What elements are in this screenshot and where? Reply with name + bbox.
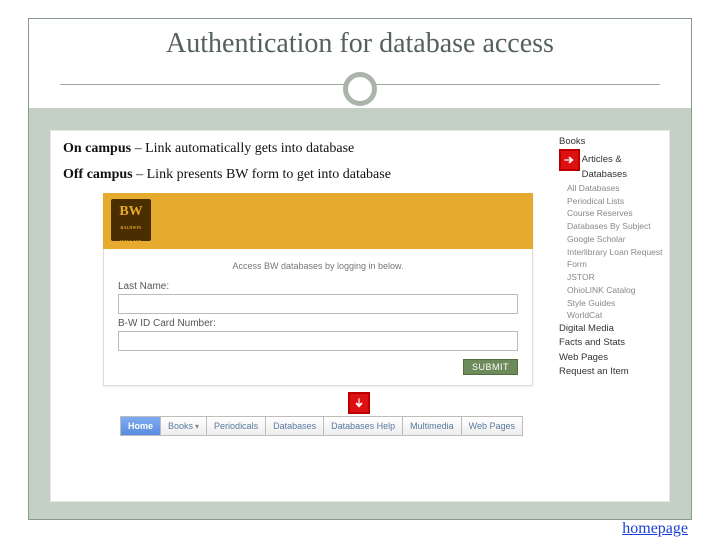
side-menu-articles[interactable]: Articles & Databases	[582, 153, 663, 182]
last-name-input[interactable]	[118, 294, 518, 314]
id-card-label: B-W ID Card Number:	[118, 318, 518, 329]
login-body: Access BW databases by logging in below.…	[103, 249, 533, 386]
bw-logo-icon: BW BALDWIN WALLACE	[111, 199, 151, 241]
chevron-down-icon: ▾	[195, 422, 199, 431]
content-panel: On campus – Link automatically gets into…	[50, 130, 670, 502]
side-menu-facts[interactable]: Facts and Stats	[559, 336, 663, 350]
tab-webpages[interactable]: Web Pages	[461, 416, 523, 436]
side-menu-item[interactable]: Course Reserves	[559, 207, 663, 220]
homepage-link[interactable]: homepage	[622, 520, 688, 538]
tab-databases-help[interactable]: Databases Help	[323, 416, 403, 436]
side-menu-item[interactable]: JSTOR	[559, 271, 663, 284]
side-menu-digital[interactable]: Digital Media	[559, 322, 663, 336]
down-arrow-wrap	[63, 392, 657, 414]
side-menu-item[interactable]: OhioLINK Catalog	[559, 284, 663, 297]
last-name-label: Last Name:	[118, 281, 518, 292]
tab-books[interactable]: Books▾	[160, 416, 207, 436]
side-menu-item[interactable]: Style Guides	[559, 297, 663, 310]
side-menu-item[interactable]: Databases By Subject	[559, 220, 663, 233]
tab-multimedia[interactable]: Multimedia	[402, 416, 462, 436]
tab-periodicals[interactable]: Periodicals	[206, 416, 266, 436]
arrow-down-icon	[348, 392, 370, 414]
side-menu-item[interactable]: Interlibrary Loan Request Form	[559, 246, 663, 272]
bullet-off-campus-bold: Off campus	[63, 167, 133, 182]
side-menu: Books Articles & Databases All Databases…	[559, 135, 663, 379]
tab-home[interactable]: Home	[120, 416, 161, 436]
bw-logo-sub: BALDWIN WALLACE	[111, 221, 151, 249]
tab-books-label: Books	[168, 421, 193, 431]
login-header: BW BALDWIN WALLACE	[103, 193, 533, 249]
side-menu-item[interactable]: Periodical Lists	[559, 195, 663, 208]
arrow-right-icon	[559, 149, 580, 171]
bullet-on-campus-text: – Link automatically gets into database	[131, 141, 354, 156]
tab-databases[interactable]: Databases	[265, 416, 324, 436]
side-menu-item[interactable]: All Databases	[559, 182, 663, 195]
login-instruction: Access BW databases by logging in below.	[118, 261, 518, 271]
side-menu-request[interactable]: Request an Item	[559, 365, 663, 379]
tab-strip: Home Books▾ Periodicals Databases Databa…	[120, 416, 600, 436]
slide-title: Authentication for database access	[0, 28, 720, 60]
submit-button[interactable]: SUBMIT	[463, 359, 518, 375]
login-panel: BW BALDWIN WALLACE Access BW databases b…	[103, 193, 533, 386]
side-menu-item[interactable]: Google Scholar	[559, 233, 663, 246]
circle-emblem-icon	[343, 72, 377, 106]
side-menu-webpages[interactable]: Web Pages	[559, 351, 663, 365]
bullet-on-campus-bold: On campus	[63, 141, 131, 156]
bw-logo-main: BW	[119, 204, 142, 219]
id-card-input[interactable]	[118, 331, 518, 351]
bullet-off-campus-text: – Link presents BW form to get into data…	[133, 167, 391, 182]
side-menu-books[interactable]: Books	[559, 135, 663, 149]
side-menu-item[interactable]: WorldCat	[559, 309, 663, 322]
